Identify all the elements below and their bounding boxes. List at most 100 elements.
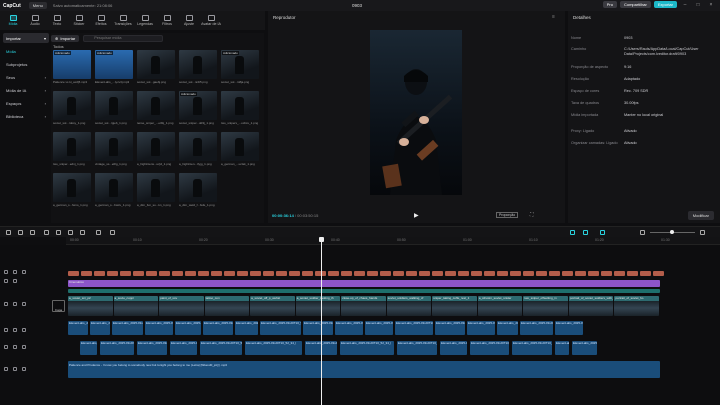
trim-left-icon[interactable] (56, 230, 61, 235)
voice-clip[interactable]: ElevenLabs_2025-09-20T10_52_34_l (90, 321, 110, 335)
voice-clip[interactable]: ElevenLabs_2025-09-20T10_52_34_l (100, 341, 134, 355)
text-clip[interactable] (614, 271, 625, 276)
video-clip[interactable]: tattoo_con (204, 296, 250, 316)
sidebar-item-library[interactable]: Biblioteca › (3, 111, 49, 121)
text-clip[interactable] (627, 271, 638, 276)
video-clip[interactable]: a_soviet_off_p_wehst (250, 296, 295, 316)
voice-clip[interactable]: ElevenLabs_2025-09-20T10_52_34_l (572, 341, 597, 355)
voice-clip[interactable]: ElevenLabs_2025-09-20T10_52_34_l (203, 321, 233, 335)
voice-clip[interactable]: ElevenLabs_2025-09-20T10_52_34_l (145, 321, 173, 335)
tab-effects[interactable]: Efeitos (91, 11, 111, 30)
tab-text[interactable]: Texto (47, 11, 67, 30)
media-thumbnail[interactable]: Adicionado ElevenLabs_...tyxv3j.mp3 (95, 50, 133, 84)
text-clip[interactable] (211, 271, 222, 276)
select-icon[interactable] (6, 230, 11, 235)
undo-icon[interactable] (18, 230, 23, 235)
eye-icon[interactable] (13, 367, 17, 371)
video-clip[interactable]: sniper_taking_coffe_rest_1 (432, 296, 477, 316)
text-clip[interactable] (224, 271, 235, 276)
media-thumbnail[interactable]: a_german_s...bwzu_1.png (95, 173, 133, 207)
share-button[interactable]: Compartilhar (619, 1, 651, 8)
text-clip[interactable] (445, 271, 456, 276)
text-clip[interactable] (380, 271, 391, 276)
timeline-ruler[interactable]: 00:00 00:10 00:20 00:30 00:40 00:50 01:0… (66, 237, 720, 245)
text-clip[interactable] (159, 271, 170, 276)
eye-icon[interactable] (13, 279, 17, 283)
media-thumbnail[interactable]: soviet_sol...gaebj.png (137, 50, 175, 84)
text-clip[interactable] (432, 271, 443, 276)
media-thumbnail[interactable]: a_dim_weld_f...lwfe_1.png (179, 173, 217, 207)
media-thumbnail[interactable]: soviet_sol...rpjeb_1.png (95, 91, 133, 125)
lock-icon[interactable] (4, 302, 8, 306)
text-clip[interactable] (94, 271, 105, 276)
voice-clip[interactable]: ElevenLabs_2025-09-20T10_52_34_l (397, 341, 437, 355)
sidebar-item-subprojects[interactable]: Subprojetos (3, 59, 49, 69)
text-clip[interactable] (510, 271, 521, 276)
redo-icon[interactable] (30, 230, 35, 235)
video-clip[interactable]: portrait_of_soviet_soldiers_with_pistol (568, 296, 614, 316)
eye-icon[interactable] (13, 302, 17, 306)
text-clip[interactable] (81, 271, 92, 276)
adjustment-clip[interactable] (68, 289, 660, 293)
tab-captions[interactable]: Legendas (135, 11, 155, 30)
text-clip[interactable] (263, 271, 274, 276)
voice-clip[interactable]: ElevenLabs_2025-09-20T10_52_34_l (303, 321, 333, 335)
audio-toggle-icon[interactable] (22, 367, 26, 371)
media-thumbnail[interactable]: soviet_sol...nrdt5.png (179, 50, 217, 84)
text-clip[interactable] (471, 271, 482, 276)
zoom-in-icon[interactable] (700, 230, 705, 235)
voice-clip[interactable]: ElevenLabs_2025-09-20T10_52_34_l (68, 321, 88, 335)
tab-audio[interactable]: Áudio (25, 11, 45, 30)
preview-axis-icon[interactable] (600, 230, 605, 235)
text-clip[interactable] (237, 271, 248, 276)
media-thumbnail[interactable]: Adicionado soviet_sol...m8ja.png (221, 50, 259, 84)
voice-clip[interactable]: ElevenLabs_2025-09-20T10_52_34_l (80, 341, 97, 355)
text-clip[interactable] (276, 271, 287, 276)
effect-clip[interactable]: Cinemático (68, 280, 660, 287)
voice-clip[interactable]: ElevenLabs_2025-09-20T10_52_34_l (260, 321, 301, 335)
voice-clip[interactable]: ElevenLabs_2025-09-20T10_52_34_l (170, 341, 197, 355)
media-thumbnail[interactable]: vintage_ss...e0lg_1.png (95, 132, 133, 166)
voice-clip[interactable]: ElevenLabs_2025-09-20T10_52_34_l (470, 341, 509, 355)
eye-icon[interactable] (13, 328, 17, 332)
voice-clip[interactable]: ElevenLabs_2025-09-20T10_52_34_l (395, 321, 433, 335)
lock-icon[interactable] (4, 279, 8, 283)
voice-clip[interactable]: ElevenLabs_2025-09-20T10_52_34_l (365, 321, 393, 335)
text-clip[interactable] (601, 271, 612, 276)
sidebar-item-spaces[interactable]: Espaços › (3, 98, 49, 108)
audio-toggle-icon[interactable] (22, 345, 26, 349)
media-thumbnail[interactable]: a_german_...uctsk_1.png (221, 132, 259, 166)
sidebar-item-media[interactable]: Mídia (3, 46, 49, 56)
zoom-handle[interactable] (670, 230, 674, 234)
text-clip[interactable] (120, 271, 131, 276)
media-thumbnail[interactable]: soviet_sol...rdosy_1.png (53, 91, 91, 125)
tab-adjust[interactable]: Ajuste (179, 11, 199, 30)
play-icon[interactable]: ▶ (414, 212, 419, 219)
voice-clip[interactable]: ElevenLabs_2025-09-20T10_52_34_l (340, 341, 394, 355)
text-clip[interactable] (562, 271, 573, 276)
close-icon[interactable]: × (706, 2, 716, 8)
video-clip[interactable]: close-up_of_chaos_hands (341, 296, 386, 316)
media-thumbnail[interactable]: tense_sniper_...e3fq_1.png (137, 91, 175, 125)
text-clip[interactable] (536, 271, 547, 276)
video-clip[interactable]: two_sniper_offsetting_in (523, 296, 568, 316)
zoom-out-icon[interactable] (640, 230, 645, 235)
maximize-icon[interactable]: □ (693, 2, 703, 8)
video-clip[interactable]: a_sfrustm_soviet_snider (477, 296, 523, 316)
freeze-icon[interactable] (110, 230, 115, 235)
voice-clip[interactable]: ElevenLabs_2025-09-20T10_52_34_l (512, 341, 552, 355)
text-clip[interactable] (185, 271, 196, 276)
text-clip[interactable] (133, 271, 144, 276)
text-clip[interactable] (640, 271, 651, 276)
media-thumbnail[interactable]: two_sniper...ednj_1.png (53, 132, 91, 166)
text-clip[interactable] (653, 271, 664, 276)
tab-sticker[interactable]: Sticker (69, 11, 89, 30)
voice-clip[interactable]: ElevenLabs_2025-09-20T10_52_34_l (245, 341, 302, 355)
video-clip[interactable]: a_soviet_sni_p2 (68, 296, 113, 316)
text-clip[interactable] (172, 271, 183, 276)
media-thumbnail[interactable]: a_dim_fun_so...kn_1.png (137, 173, 175, 207)
modify-button[interactable]: Modificar (687, 211, 714, 220)
media-thumbnail[interactable]: Adicionado soviet_sniper...dd3j_1.png (179, 91, 217, 125)
text-clip[interactable] (549, 271, 560, 276)
playhead[interactable] (319, 237, 324, 405)
